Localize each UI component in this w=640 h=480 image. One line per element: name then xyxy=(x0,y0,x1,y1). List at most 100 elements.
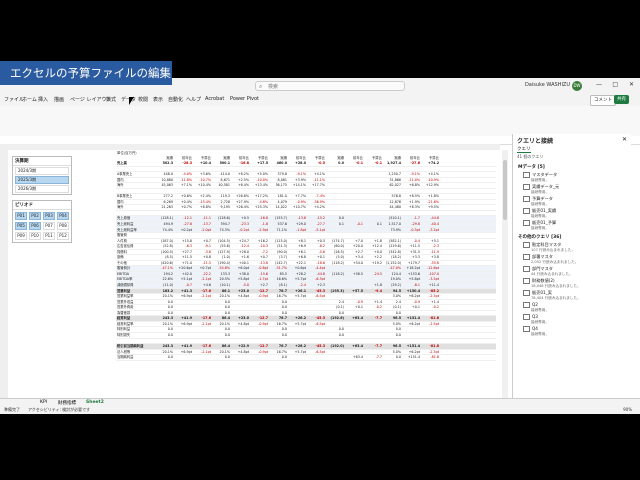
vertical-scrollbar[interactable] xyxy=(502,150,508,398)
cell[interactable] xyxy=(383,339,402,344)
cell[interactable]: +2.4% xyxy=(193,194,212,199)
cell[interactable]: 448.0 xyxy=(155,172,174,177)
cell[interactable]: 94.5 xyxy=(383,289,402,294)
cell[interactable]: 3.0% xyxy=(383,294,402,299)
cell[interactable] xyxy=(269,233,288,238)
cell[interactable]: +6.9pt xyxy=(174,322,193,327)
cell[interactable]: 0.0 xyxy=(383,311,402,316)
cell[interactable]: -2.5pt xyxy=(421,294,440,299)
cell[interactable]: +11.5 xyxy=(174,255,193,260)
cell[interactable]: +3.3 xyxy=(402,255,421,260)
cell[interactable]: 86.4 xyxy=(212,316,231,321)
cell[interactable]: +17.5 xyxy=(250,161,269,166)
cell[interactable] xyxy=(307,333,326,338)
cell[interactable]: +0.6pt xyxy=(288,266,307,271)
cell[interactable] xyxy=(250,233,269,238)
cell[interactable]: (3.7) xyxy=(269,255,288,260)
cell[interactable]: 16.7% xyxy=(269,350,288,355)
cell[interactable]: 0.0 xyxy=(383,327,402,332)
cell[interactable] xyxy=(326,228,345,233)
cell[interactable]: -1.8pt xyxy=(288,228,307,233)
cell[interactable]: -27.7 xyxy=(307,222,326,227)
cell[interactable]: +2.7 xyxy=(250,283,269,288)
cell[interactable] xyxy=(402,211,421,216)
cell[interactable]: +26.8% xyxy=(231,194,250,199)
row-label[interactable]: EBITDA率 xyxy=(116,277,155,282)
cell[interactable]: +5.1pt xyxy=(174,277,193,282)
cell[interactable] xyxy=(383,189,402,194)
cell[interactable] xyxy=(307,311,326,316)
cell[interactable]: -1.7pt xyxy=(250,277,269,282)
cell[interactable]: -85.2 xyxy=(421,289,440,294)
cell[interactable]: +153.6 xyxy=(402,272,421,277)
cell[interactable]: +20.6pt xyxy=(174,266,193,271)
cell[interactable] xyxy=(345,205,364,210)
cell[interactable]: (0.1) xyxy=(383,305,402,310)
cell[interactable]: -8.1 xyxy=(402,283,421,288)
cell[interactable]: 0.0 xyxy=(155,311,174,316)
cell[interactable]: (582.1) xyxy=(383,239,402,244)
cell[interactable]: -13.8 xyxy=(288,216,307,221)
cell[interactable]: 0.0 xyxy=(155,300,174,305)
cell[interactable]: 0.0 xyxy=(212,300,231,305)
cell[interactable]: -0.7 xyxy=(174,283,193,288)
cell[interactable]: 96.5 xyxy=(383,316,402,321)
slicer-item[interactable]: P02 xyxy=(29,212,41,220)
cell[interactable]: -0.9pt xyxy=(250,322,269,327)
cell[interactable] xyxy=(212,189,231,194)
cell[interactable]: (510.1) xyxy=(383,216,402,221)
cell[interactable]: -12.7 xyxy=(250,289,269,294)
cell[interactable] xyxy=(288,167,307,172)
cell[interactable] xyxy=(326,194,345,199)
cell[interactable] xyxy=(364,228,383,233)
cell[interactable]: +4.1% xyxy=(421,172,440,177)
cell[interactable]: -0.8pt xyxy=(250,266,269,271)
cell[interactable]: -1.7 xyxy=(402,216,421,221)
cell[interactable] xyxy=(402,189,421,194)
tab-acrobat[interactable]: Acrobat xyxy=(205,96,224,102)
cell[interactable]: -8.2 xyxy=(307,244,326,249)
cell[interactable] xyxy=(212,211,231,216)
cell[interactable]: -11.1 xyxy=(193,216,212,221)
cell[interactable] xyxy=(288,355,307,360)
cell[interactable]: -27.6 xyxy=(402,161,421,166)
cell[interactable]: (60.0) xyxy=(326,244,345,249)
cell[interactable]: +12.4 xyxy=(364,244,383,249)
cell[interactable]: -40.4 xyxy=(421,222,440,227)
cell[interactable] xyxy=(174,311,193,316)
cell[interactable]: 8,671 xyxy=(212,178,231,183)
cell[interactable]: +19.2 xyxy=(364,261,383,266)
cell[interactable]: 0.0 xyxy=(269,305,288,310)
cell[interactable]: 74.4% xyxy=(155,228,174,233)
cell[interactable]: +4.2% xyxy=(307,205,326,210)
cell[interactable]: 181.0 xyxy=(269,194,288,199)
cell[interactable] xyxy=(193,233,212,238)
cell[interactable]: -6.5pt xyxy=(307,322,326,327)
cell[interactable]: (195.3) xyxy=(326,289,345,294)
cell[interactable] xyxy=(212,167,231,172)
cell[interactable] xyxy=(345,311,364,316)
cell[interactable] xyxy=(288,327,307,332)
cell[interactable]: 85.5 xyxy=(269,272,288,277)
cell[interactable]: -7.2 xyxy=(250,250,269,255)
cell[interactable]: 71.1% xyxy=(269,228,288,233)
row-label[interactable]: 販管費 xyxy=(116,233,155,238)
zoom-level[interactable]: 90% xyxy=(623,407,632,412)
cell[interactable]: +2.2 xyxy=(364,255,383,260)
cell[interactable]: 0.0 xyxy=(326,216,345,221)
cell[interactable]: 20.1% xyxy=(155,350,174,355)
cell[interactable]: +25.3% xyxy=(250,205,269,210)
cell[interactable]: +8.5% xyxy=(402,194,421,199)
cell[interactable]: +17.2% xyxy=(250,194,269,199)
cell[interactable] xyxy=(364,339,383,344)
cell[interactable]: -12.4 xyxy=(231,244,250,249)
cell[interactable]: -13.8 xyxy=(250,261,269,266)
cell[interactable]: +6.0pt xyxy=(231,266,250,271)
cell[interactable] xyxy=(231,211,250,216)
cell[interactable]: (174.7) xyxy=(326,239,345,244)
cell[interactable] xyxy=(155,339,174,344)
tab-review[interactable]: 校閲 xyxy=(138,96,148,103)
maximize-icon[interactable]: □ xyxy=(612,81,618,88)
row-label[interactable]: 海外 xyxy=(116,183,155,188)
cell[interactable]: 62,027 xyxy=(383,183,402,188)
